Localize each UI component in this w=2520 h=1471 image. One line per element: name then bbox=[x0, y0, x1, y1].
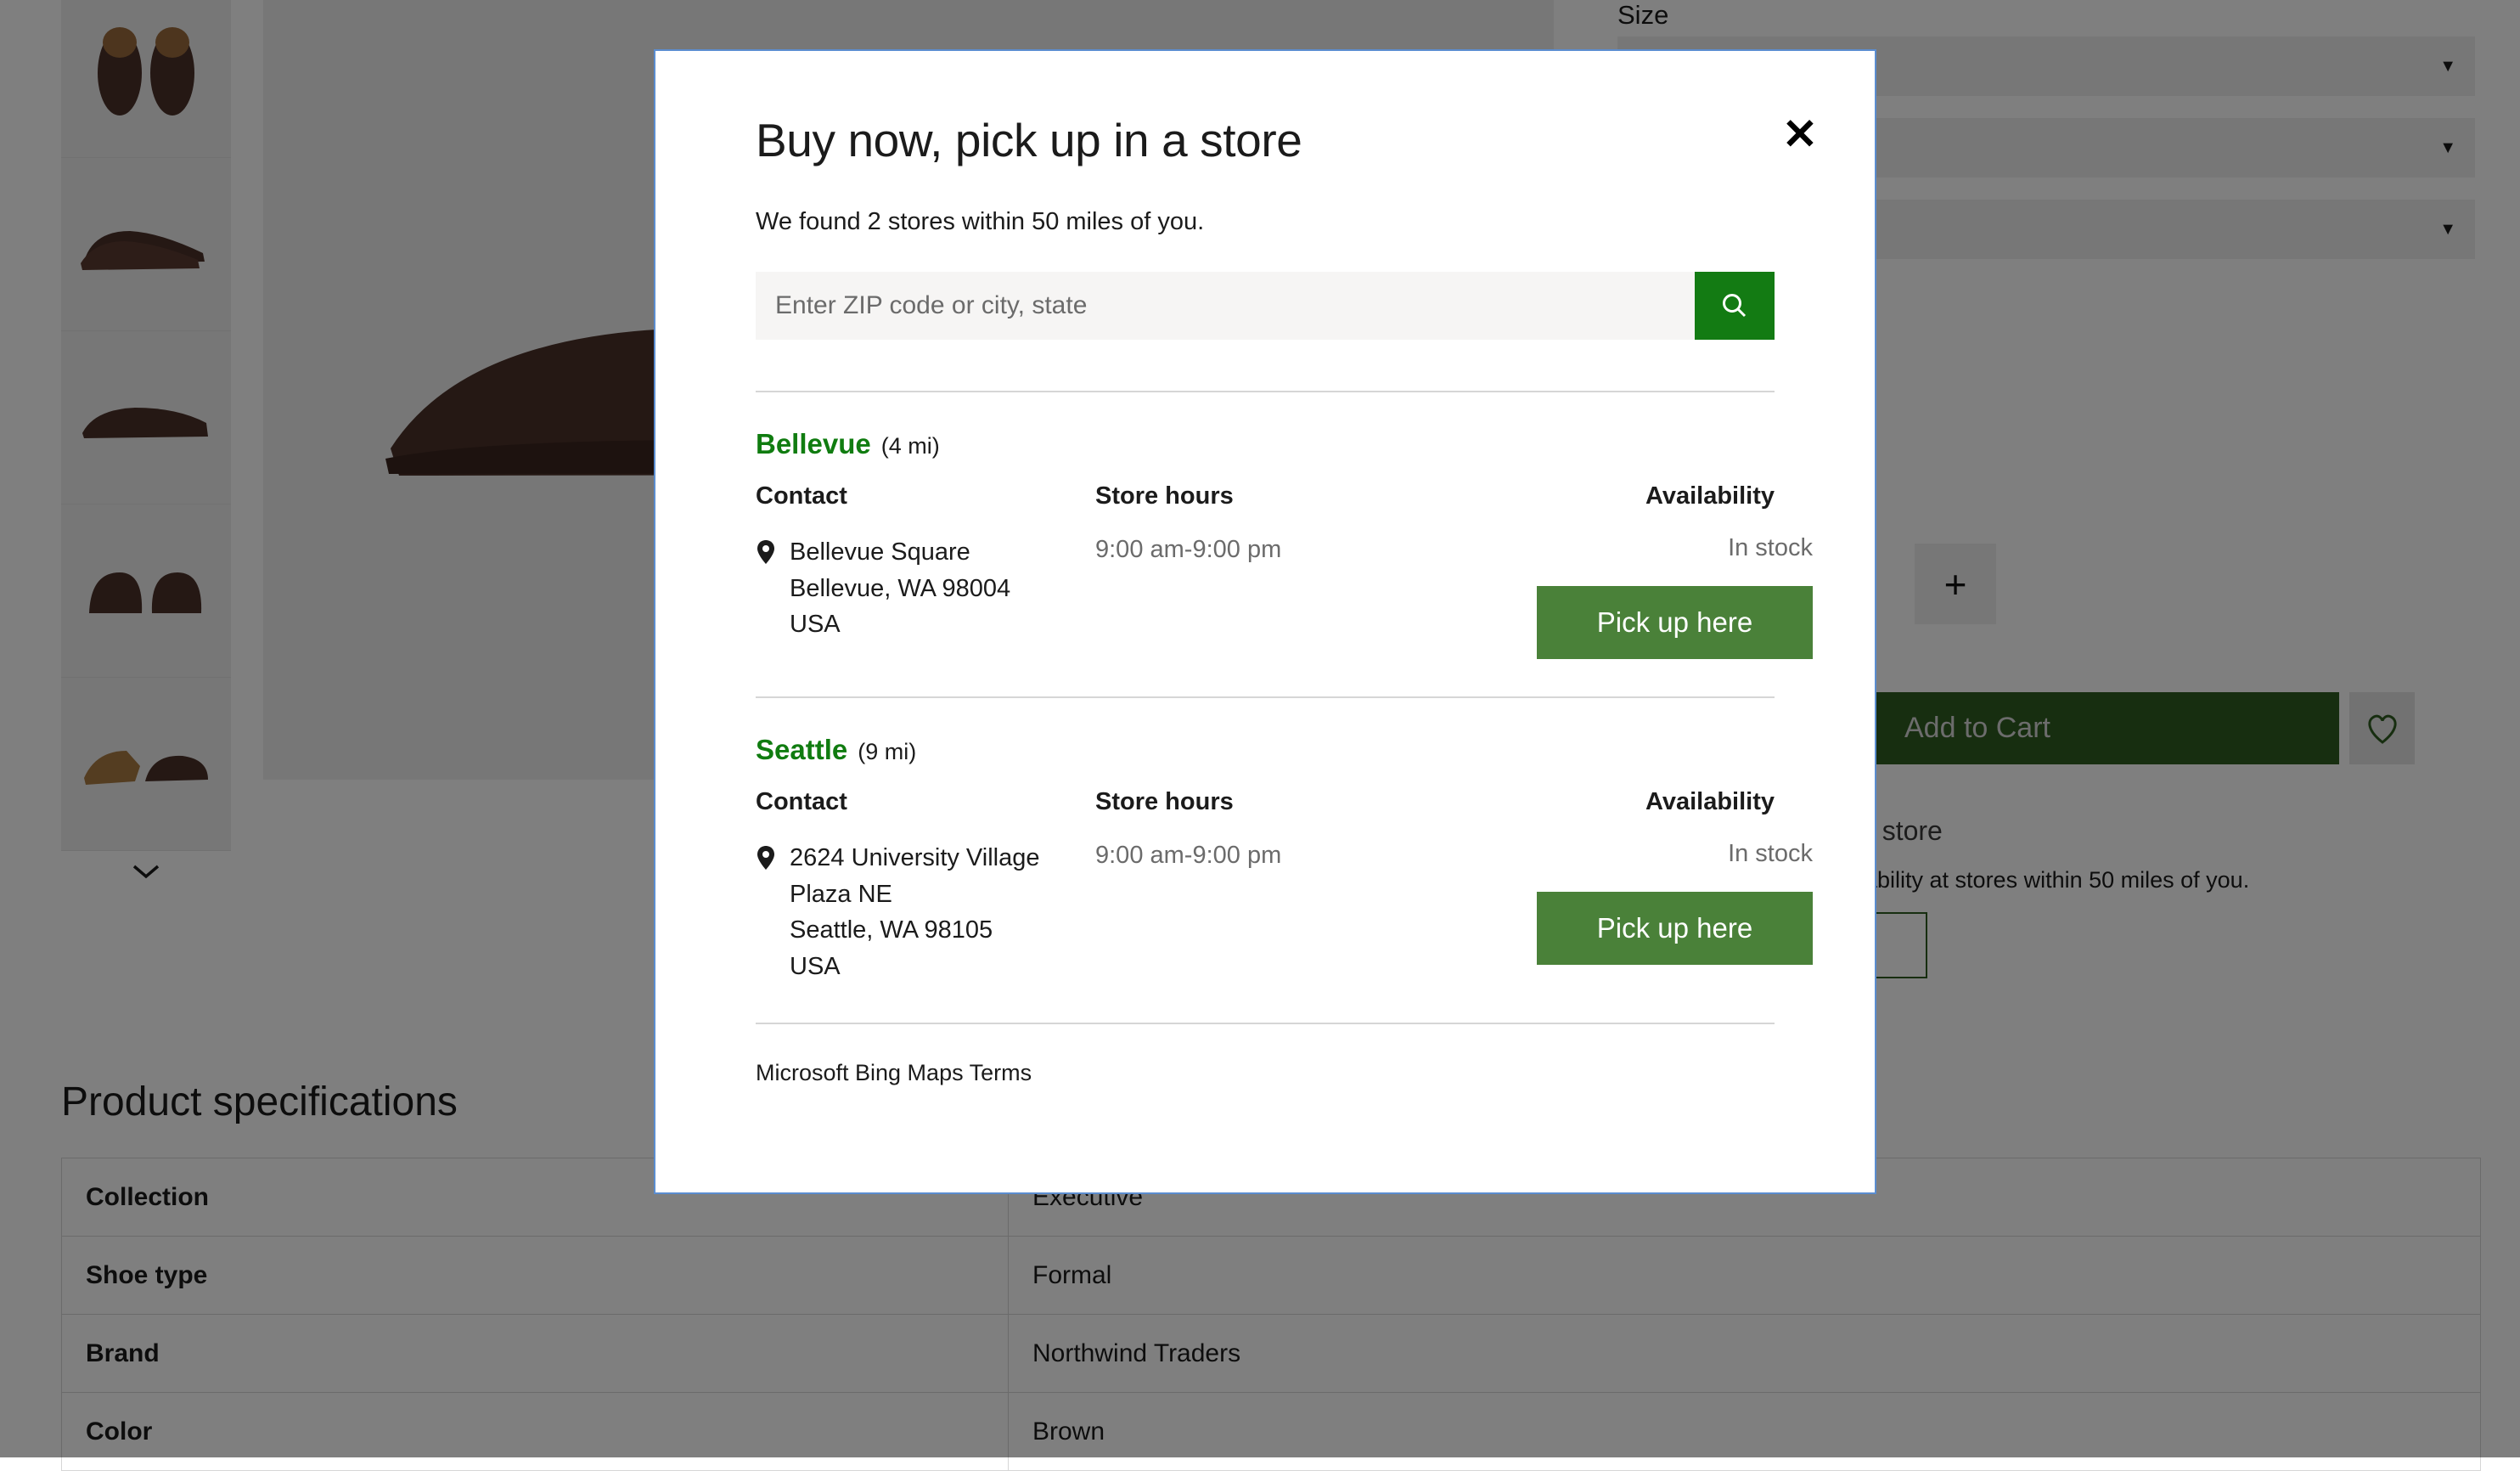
search-input[interactable] bbox=[756, 272, 1695, 340]
product-thumbnail[interactable] bbox=[61, 158, 231, 331]
quantity-increase-button[interactable]: + bbox=[1915, 544, 1996, 624]
chevron-down-icon bbox=[129, 860, 163, 881]
store-pickup-subtitle: lability at stores within 50 miles of yo… bbox=[1859, 867, 2505, 893]
product-thumbnail-rail bbox=[61, 0, 231, 890]
table-row: Brand Northwind Traders bbox=[62, 1315, 2481, 1393]
column-header-contact: Contact bbox=[756, 788, 1095, 816]
quantity-stepper: + bbox=[1915, 544, 1996, 624]
column-header-store-hours: Store hours bbox=[1095, 482, 1537, 510]
store-pickup-dialog: ✕ Buy now, pick up in a store We found 2… bbox=[654, 49, 1876, 1194]
dialog-title: Buy now, pick up in a store bbox=[756, 113, 1775, 167]
address-line: Plaza NE bbox=[790, 881, 892, 908]
store-address: 2624 University Village Plaza NE Seattle… bbox=[756, 840, 1095, 985]
location-pin-icon bbox=[756, 845, 776, 985]
availability-value: In stock bbox=[1537, 534, 1813, 562]
chevron-down-icon: ▼ bbox=[2439, 58, 2456, 75]
address-line: USA bbox=[790, 953, 841, 980]
column-header-store-hours: Store hours bbox=[1095, 788, 1537, 816]
store-pickup-info: a store lability at stores within 50 mil… bbox=[1859, 815, 2505, 978]
store-result: Bellevue (4 mi) Contact Store hours Avai… bbox=[756, 392, 1775, 698]
product-thumbnail[interactable] bbox=[61, 504, 231, 678]
pick-up-here-button[interactable]: Pick up here bbox=[1537, 586, 1813, 659]
spec-key: Shoe type bbox=[62, 1237, 1009, 1315]
column-header-availability: Availability bbox=[1537, 788, 1775, 816]
table-row: Shoe type Formal bbox=[62, 1237, 2481, 1315]
store-search bbox=[756, 272, 1775, 340]
spec-value: Formal bbox=[1009, 1237, 2481, 1315]
availability-value: In stock bbox=[1537, 840, 1813, 868]
chevron-down-icon: ▼ bbox=[2439, 139, 2456, 156]
store-address: Bellevue Square Bellevue, WA 98004 USA bbox=[756, 534, 1095, 659]
pick-up-here-button[interactable]: Pick up here bbox=[1537, 892, 1813, 965]
search-button[interactable] bbox=[1695, 272, 1775, 340]
heart-icon bbox=[2364, 712, 2401, 746]
store-address-lines: Bellevue Square Bellevue, WA 98004 USA bbox=[790, 534, 1010, 659]
product-thumbnail[interactable] bbox=[61, 331, 231, 504]
column-header-contact: Contact bbox=[756, 482, 1095, 510]
wishlist-button[interactable] bbox=[2349, 692, 2415, 764]
table-row: Color Brown bbox=[62, 1393, 2481, 1471]
store-name-link[interactable]: Bellevue bbox=[756, 428, 871, 460]
shoe-profile-icon bbox=[79, 367, 213, 469]
store-distance: (4 mi) bbox=[881, 433, 940, 459]
dialog-subtitle: We found 2 stores within 50 miles of you… bbox=[756, 208, 1775, 236]
spec-key: Color bbox=[62, 1393, 1009, 1471]
bing-maps-terms-link[interactable]: Microsoft Bing Maps Terms bbox=[756, 1060, 1775, 1086]
store-address-lines: 2624 University Village Plaza NE Seattle… bbox=[790, 840, 1039, 985]
store-divider bbox=[756, 1023, 1775, 1024]
shoe-pair-front-icon bbox=[79, 540, 213, 642]
store-hours-value: 9:00 am-9:00 pm bbox=[1095, 840, 1537, 985]
close-icon[interactable]: ✕ bbox=[1775, 109, 1825, 160]
thumbnail-scroll-down-button[interactable] bbox=[61, 851, 231, 890]
product-thumbnail[interactable] bbox=[61, 0, 231, 158]
store-distance: (9 mi) bbox=[858, 739, 916, 765]
address-line: Bellevue, WA 98004 bbox=[790, 575, 1010, 602]
chevron-down-icon: ▼ bbox=[2439, 221, 2456, 238]
spec-key: Brand bbox=[62, 1315, 1009, 1393]
size-label: Size bbox=[1617, 0, 2475, 31]
address-line: USA bbox=[790, 611, 841, 638]
column-header-availability: Availability bbox=[1537, 482, 1775, 510]
store-result: Seattle (9 mi) Contact Store hours Avail… bbox=[756, 698, 1775, 1024]
search-icon bbox=[1718, 289, 1752, 323]
cart-actions: Add to Cart bbox=[1876, 692, 2415, 764]
shoe-pair-side-icon bbox=[79, 194, 213, 296]
product-thumbnail[interactable] bbox=[61, 678, 231, 851]
spec-value: Brown bbox=[1009, 1393, 2481, 1471]
specifications-table: Collection Executive Shoe type Formal Br… bbox=[61, 1158, 2481, 1471]
add-to-cart-button[interactable]: Add to Cart bbox=[1876, 692, 2339, 764]
store-pickup-title: a store bbox=[1859, 815, 2505, 847]
shoe-pair-top-icon bbox=[79, 20, 213, 122]
address-line: Bellevue Square bbox=[790, 538, 970, 566]
address-line: 2624 University Village bbox=[790, 844, 1039, 871]
store-name-link[interactable]: Seattle bbox=[756, 734, 847, 766]
address-line: Seattle, WA 98105 bbox=[790, 916, 993, 944]
store-hours-value: 9:00 am-9:00 pm bbox=[1095, 534, 1537, 659]
location-pin-icon bbox=[756, 539, 776, 659]
spec-value: Northwind Traders bbox=[1009, 1315, 2481, 1393]
shoe-sole-icon bbox=[79, 713, 213, 815]
